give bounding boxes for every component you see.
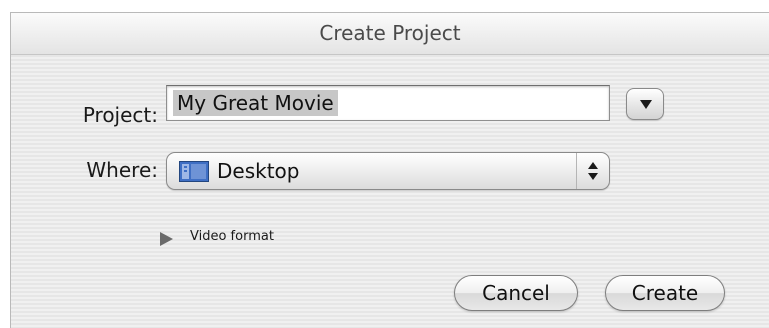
- project-name-value: My Great Movie: [173, 90, 338, 116]
- cancel-button[interactable]: Cancel: [454, 275, 578, 311]
- desktop-folder-icon: [179, 161, 209, 182]
- expand-save-dialog-button[interactable]: [626, 88, 664, 120]
- where-label: Where:: [86, 158, 158, 182]
- popup-arrows: [576, 153, 609, 189]
- create-button[interactable]: Create: [605, 275, 725, 311]
- triangle-down-icon: [640, 100, 652, 109]
- project-label: Project:: [82, 103, 158, 127]
- project-name-field[interactable]: My Great Movie: [166, 85, 610, 121]
- disclosure-triangle-icon[interactable]: [160, 232, 173, 246]
- title-bar: Create Project: [11, 13, 769, 55]
- video-format-label[interactable]: Video format: [190, 229, 274, 244]
- dialog-title: Create Project: [319, 21, 461, 45]
- where-popup[interactable]: Desktop: [166, 152, 610, 190]
- up-down-arrows-icon: [588, 162, 598, 180]
- where-selected-value: Desktop: [217, 159, 300, 183]
